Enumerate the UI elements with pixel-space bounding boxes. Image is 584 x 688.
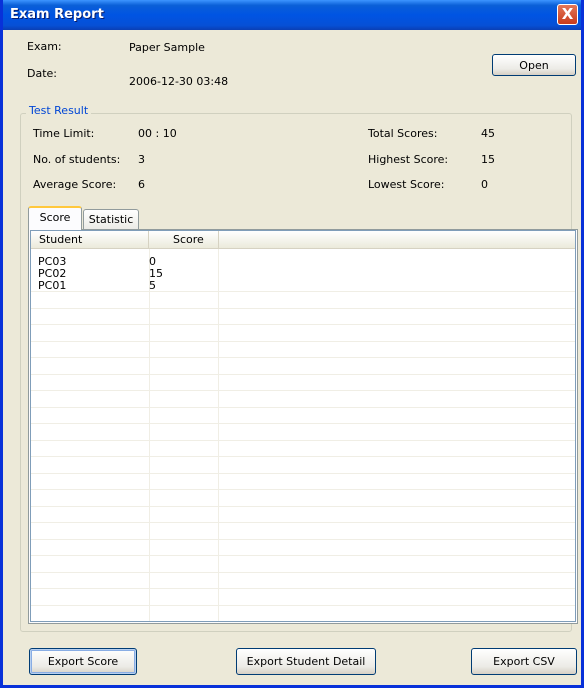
column-header-score[interactable]: Score	[149, 231, 219, 249]
highest-score-value: 15	[481, 153, 495, 166]
close-icon[interactable]: X	[557, 4, 578, 25]
column-divider	[218, 249, 219, 621]
lowest-score-value: 0	[481, 178, 488, 191]
tab-statistic[interactable]: Statistic	[83, 209, 139, 229]
grid-line	[31, 341, 575, 342]
grid-line	[31, 572, 575, 573]
grid-line	[31, 489, 575, 490]
grid-line	[31, 291, 575, 292]
highest-score-label: Highest Score:	[368, 153, 449, 166]
grid-line	[31, 440, 575, 441]
date-value: 2006-12-30 03:48	[129, 75, 229, 88]
grid-line	[31, 506, 575, 507]
grid-line	[31, 588, 575, 589]
grid-line	[31, 374, 575, 375]
title-bar[interactable]: Exam Report X	[3, 0, 581, 30]
lowest-score-label: Lowest Score:	[368, 178, 445, 191]
column-header-student[interactable]: Student	[31, 231, 149, 249]
grid-line	[31, 555, 575, 556]
column-header-filler	[219, 231, 575, 249]
grid-line	[31, 605, 575, 606]
grid-line	[31, 539, 575, 540]
grid-line	[31, 522, 575, 523]
grid-line	[31, 390, 575, 391]
grid-line	[31, 621, 576, 622]
grid-line	[31, 407, 575, 408]
test-result-legend: Test Result	[26, 104, 92, 117]
date-label: Date:	[27, 67, 57, 80]
grid-line	[31, 357, 575, 358]
grid-line	[31, 308, 575, 309]
column-divider	[149, 249, 150, 621]
grid-line	[31, 473, 575, 474]
students-label: No. of students:	[33, 153, 121, 166]
grid-line	[31, 324, 575, 325]
grid-line	[31, 456, 575, 457]
exam-report-window: Exam Report X Exam: Paper Sample Open Da…	[0, 0, 584, 688]
exam-value: Paper Sample	[129, 41, 205, 54]
time-limit-value: 00 : 10	[138, 127, 177, 140]
average-score-label: Average Score:	[33, 178, 117, 191]
export-student-detail-button[interactable]: Export Student Detail	[236, 648, 376, 675]
students-value: 3	[138, 153, 145, 166]
tab-score[interactable]: Score	[28, 206, 82, 230]
grid-line	[31, 423, 575, 424]
score-list[interactable]: Student Score PC03 0 PC02 15 PC01 5	[30, 230, 576, 622]
export-score-button[interactable]: Export Score	[29, 648, 137, 675]
time-limit-label: Time Limit:	[33, 127, 95, 140]
score-cell: 5	[149, 279, 156, 292]
total-scores-label: Total Scores:	[368, 127, 438, 140]
exam-label: Exam:	[27, 40, 62, 53]
student-cell: PC01	[38, 279, 67, 292]
average-score-value: 6	[138, 178, 145, 191]
export-csv-button[interactable]: Export CSV	[471, 648, 577, 675]
window-title: Exam Report	[10, 7, 104, 22]
open-button[interactable]: Open	[492, 54, 576, 76]
total-scores-value: 45	[481, 127, 495, 140]
